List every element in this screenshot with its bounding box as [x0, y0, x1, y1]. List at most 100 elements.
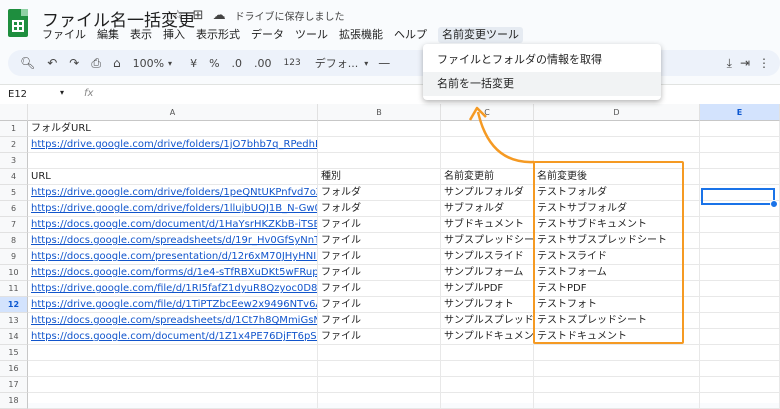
cell-d[interactable]	[534, 361, 700, 377]
cell-e[interactable]	[700, 361, 780, 377]
cell-b[interactable]: ファイル	[318, 329, 441, 345]
row-header[interactable]: 13	[0, 313, 28, 329]
row-header[interactable]: 2	[0, 137, 28, 153]
cell-a[interactable]: https://drive.google.com/file/d/1TiPTZbc…	[28, 297, 318, 313]
cell-c[interactable]: サブドキュメント	[441, 217, 534, 233]
cell-b[interactable]: フォルダ	[318, 201, 441, 217]
cell-a[interactable]: https://drive.google.com/drive/folders/1…	[28, 185, 318, 201]
cell-b[interactable]	[318, 345, 441, 361]
row-header[interactable]: 6	[0, 201, 28, 217]
cell-e[interactable]	[700, 153, 780, 169]
cell-c[interactable]: サンプルPDF	[441, 281, 534, 297]
undo-icon[interactable]: ↶	[47, 56, 57, 70]
cell-a[interactable]: https://docs.google.com/presentation/d/1…	[28, 249, 318, 265]
font-size-decrease-icon[interactable]: —	[378, 56, 390, 70]
cell-b[interactable]	[318, 361, 441, 377]
row-header[interactable]: 1	[0, 121, 28, 137]
cell-a[interactable]: https://docs.google.com/spreadsheets/d/1…	[28, 233, 318, 249]
cell-b[interactable]	[318, 153, 441, 169]
cell-c[interactable]: サンプルフォト	[441, 297, 534, 313]
zoom-select[interactable]: 100%	[133, 57, 164, 70]
menu-0[interactable]: ファイル	[42, 27, 92, 43]
cell-a[interactable]: https://docs.google.com/document/d/1HaYs…	[28, 217, 318, 233]
cell-a[interactable]: https://drive.google.com/drive/folders/1…	[28, 137, 318, 153]
cell-b[interactable]: ファイル	[318, 297, 441, 313]
name-box[interactable]: E12	[8, 89, 27, 100]
cell-c[interactable]: サンプルドキュメン	[441, 329, 534, 345]
cell-e[interactable]	[700, 249, 780, 265]
cell-d[interactable]	[534, 345, 700, 361]
cell-a[interactable]: https://docs.google.com/spreadsheets/d/1…	[28, 313, 318, 329]
text-rotate-icon[interactable]: ⋮	[758, 56, 770, 70]
cell-b[interactable]	[318, 393, 441, 409]
cell-c[interactable]: サンプルフォルダ	[441, 185, 534, 201]
menu-9[interactable]: 名前変更ツール	[438, 27, 523, 43]
font-select[interactable]: デフォ...	[315, 55, 359, 71]
menu-item-bulk-rename[interactable]: 名前を一括変更	[423, 72, 661, 96]
cell-d[interactable]	[534, 393, 700, 409]
cell-e[interactable]	[700, 281, 780, 297]
number-format-button[interactable]: 123	[284, 58, 301, 68]
row-header[interactable]: 3	[0, 153, 28, 169]
cell-e[interactable]	[700, 297, 780, 313]
cell-a[interactable]: https://docs.google.com/document/d/1Z1x4…	[28, 329, 318, 345]
cell-b[interactable]: ファイル	[318, 217, 441, 233]
cell-e[interactable]	[700, 377, 780, 393]
vertical-align-icon[interactable]: ⤓	[727, 56, 732, 71]
redo-icon[interactable]: ↷	[69, 56, 79, 70]
cell-b[interactable]: ファイル	[318, 249, 441, 265]
cell-a[interactable]: https://drive.google.com/file/d/1RI5fafZ…	[28, 281, 318, 297]
row-header[interactable]: 16	[0, 361, 28, 377]
currency-format-button[interactable]: ¥	[190, 57, 197, 70]
cell-c[interactable]: サンプルスプレッド	[441, 313, 534, 329]
cell-b[interactable]: フォルダ	[318, 185, 441, 201]
cell-d[interactable]	[534, 121, 700, 137]
cell-a[interactable]	[28, 345, 318, 361]
cell-e[interactable]	[700, 121, 780, 137]
menu-1[interactable]: 編集	[97, 27, 125, 43]
cell-c[interactable]: サブスプレッドシー	[441, 233, 534, 249]
cell-e[interactable]	[700, 393, 780, 409]
menu-6[interactable]: ツール	[295, 27, 334, 43]
cell-c[interactable]: サンプルフォーム	[441, 265, 534, 281]
cell-b[interactable]	[318, 121, 441, 137]
cell-e[interactable]	[700, 217, 780, 233]
text-wrap-icon[interactable]: ⇥	[740, 56, 750, 70]
cell-a[interactable]	[28, 361, 318, 377]
cell-a[interactable]	[28, 393, 318, 409]
cell-a[interactable]	[28, 377, 318, 393]
cell-c[interactable]	[441, 377, 534, 393]
increase-decimal-button[interactable]: .00	[254, 57, 272, 70]
cell-c[interactable]: サンプルスライド	[441, 249, 534, 265]
selected-cell[interactable]	[701, 188, 778, 208]
row-header[interactable]: 14	[0, 329, 28, 345]
cell-b[interactable]: ファイル	[318, 265, 441, 281]
column-header-A[interactable]: A	[28, 104, 318, 121]
menu-7[interactable]: 拡張機能	[339, 27, 389, 43]
cell-a[interactable]: https://docs.google.com/forms/d/1e4-sTfR…	[28, 265, 318, 281]
menu-5[interactable]: データ	[251, 27, 290, 43]
row-header[interactable]: 7	[0, 217, 28, 233]
cell-e[interactable]	[700, 313, 780, 329]
row-header[interactable]: 12	[0, 297, 28, 313]
cell-c[interactable]	[441, 345, 534, 361]
print-icon[interactable]: ⎙	[91, 56, 101, 71]
row-header[interactable]: 4	[0, 169, 28, 185]
cell-c[interactable]	[441, 393, 534, 409]
menu-8[interactable]: ヘルプ	[394, 27, 433, 43]
menu-item-get-info[interactable]: ファイルとフォルダの情報を取得	[423, 48, 661, 72]
cell-b[interactable]: ファイル	[318, 233, 441, 249]
cell-b[interactable]: 種別	[318, 169, 441, 185]
menu-4[interactable]: 表示形式	[196, 27, 246, 43]
cell-e[interactable]	[700, 169, 780, 185]
percent-format-button[interactable]: %	[209, 57, 219, 70]
star-icon[interactable]: ☆	[172, 8, 184, 23]
cell-e[interactable]	[700, 329, 780, 345]
column-header-D[interactable]: D	[534, 104, 700, 121]
cell-b[interactable]	[318, 377, 441, 393]
cell-e[interactable]	[700, 137, 780, 153]
chevron-down-icon[interactable]: ▾	[168, 59, 172, 68]
cell-a[interactable]: https://drive.google.com/drive/folders/1…	[28, 201, 318, 217]
cell-b[interactable]: ファイル	[318, 281, 441, 297]
chevron-down-icon[interactable]: ▾	[60, 88, 64, 97]
